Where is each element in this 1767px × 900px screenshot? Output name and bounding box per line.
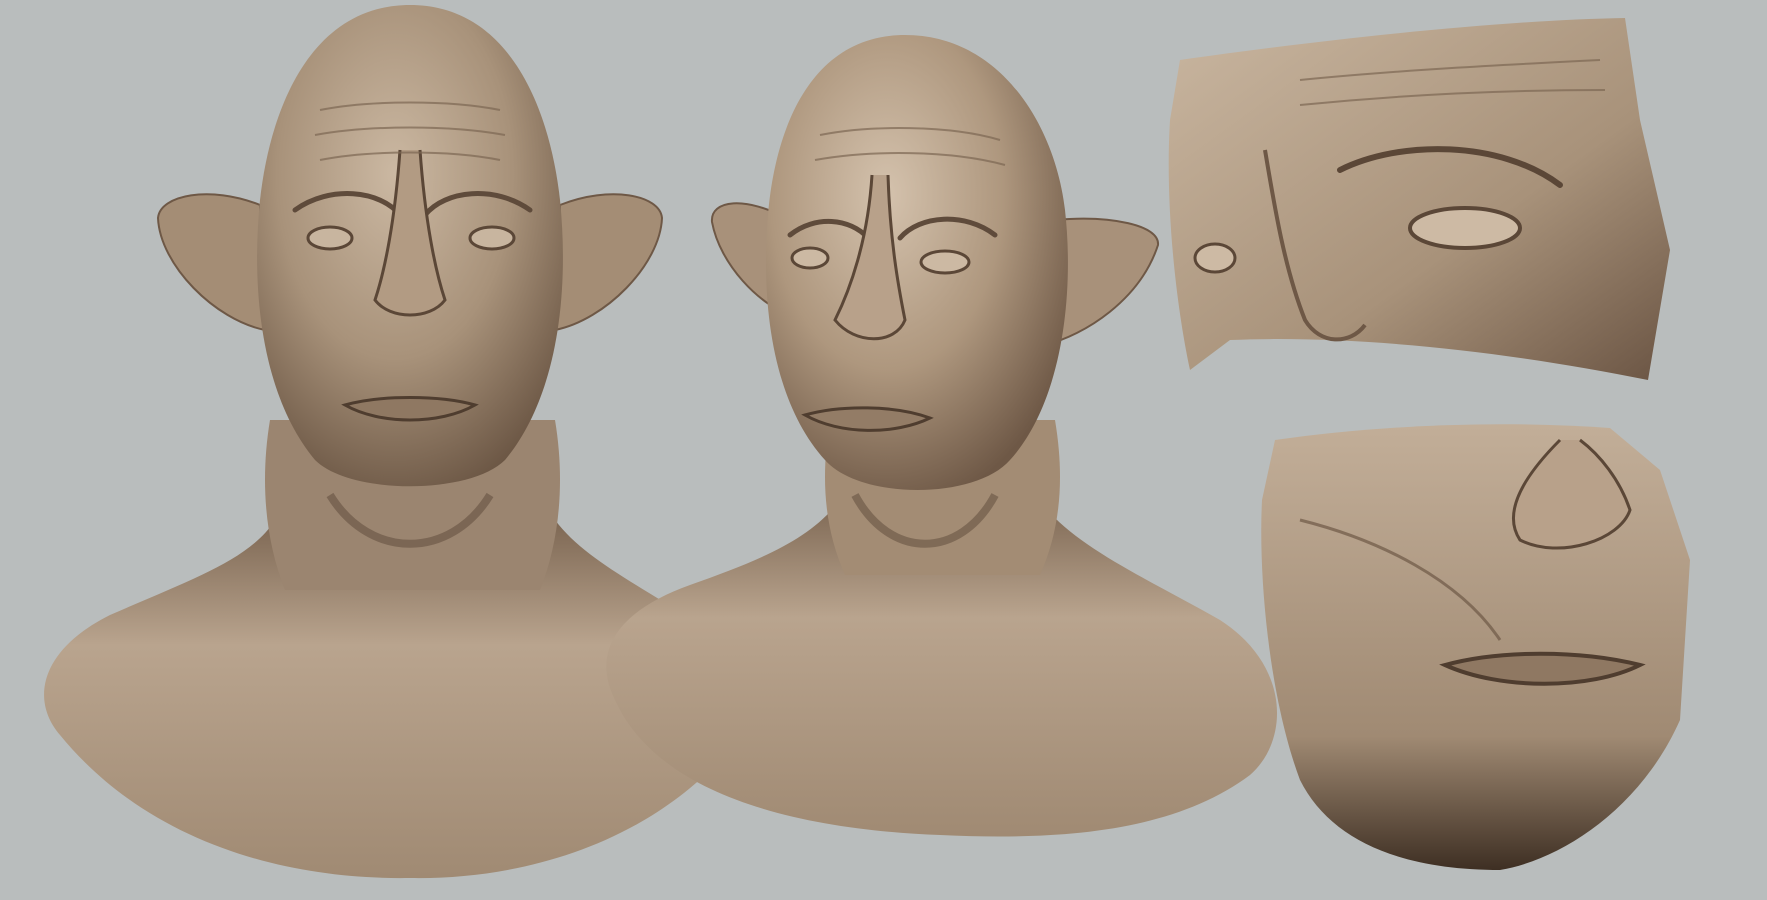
- detail-mouth-patch: [1261, 424, 1690, 870]
- bust-side-left-eye: [790, 246, 830, 270]
- bust-front-left-eye: [306, 225, 354, 251]
- sculpt-render-canvas: [0, 0, 1767, 900]
- bust-front-right-ear: [553, 193, 664, 332]
- bust-side-right-eye: [919, 249, 971, 275]
- sculpt-illustration: [44, 5, 1690, 879]
- bust-front-left-ear: [156, 193, 267, 332]
- detail-eye-patch: [1168, 18, 1670, 380]
- detail-eye-lid: [1408, 206, 1522, 250]
- bust-front-right-eye: [468, 225, 516, 251]
- bust-front-view: [44, 5, 737, 879]
- detail-mouth-region: [1261, 424, 1690, 870]
- detail-eye-region: [1168, 18, 1670, 380]
- detail-eye-left-partial: [1193, 242, 1237, 274]
